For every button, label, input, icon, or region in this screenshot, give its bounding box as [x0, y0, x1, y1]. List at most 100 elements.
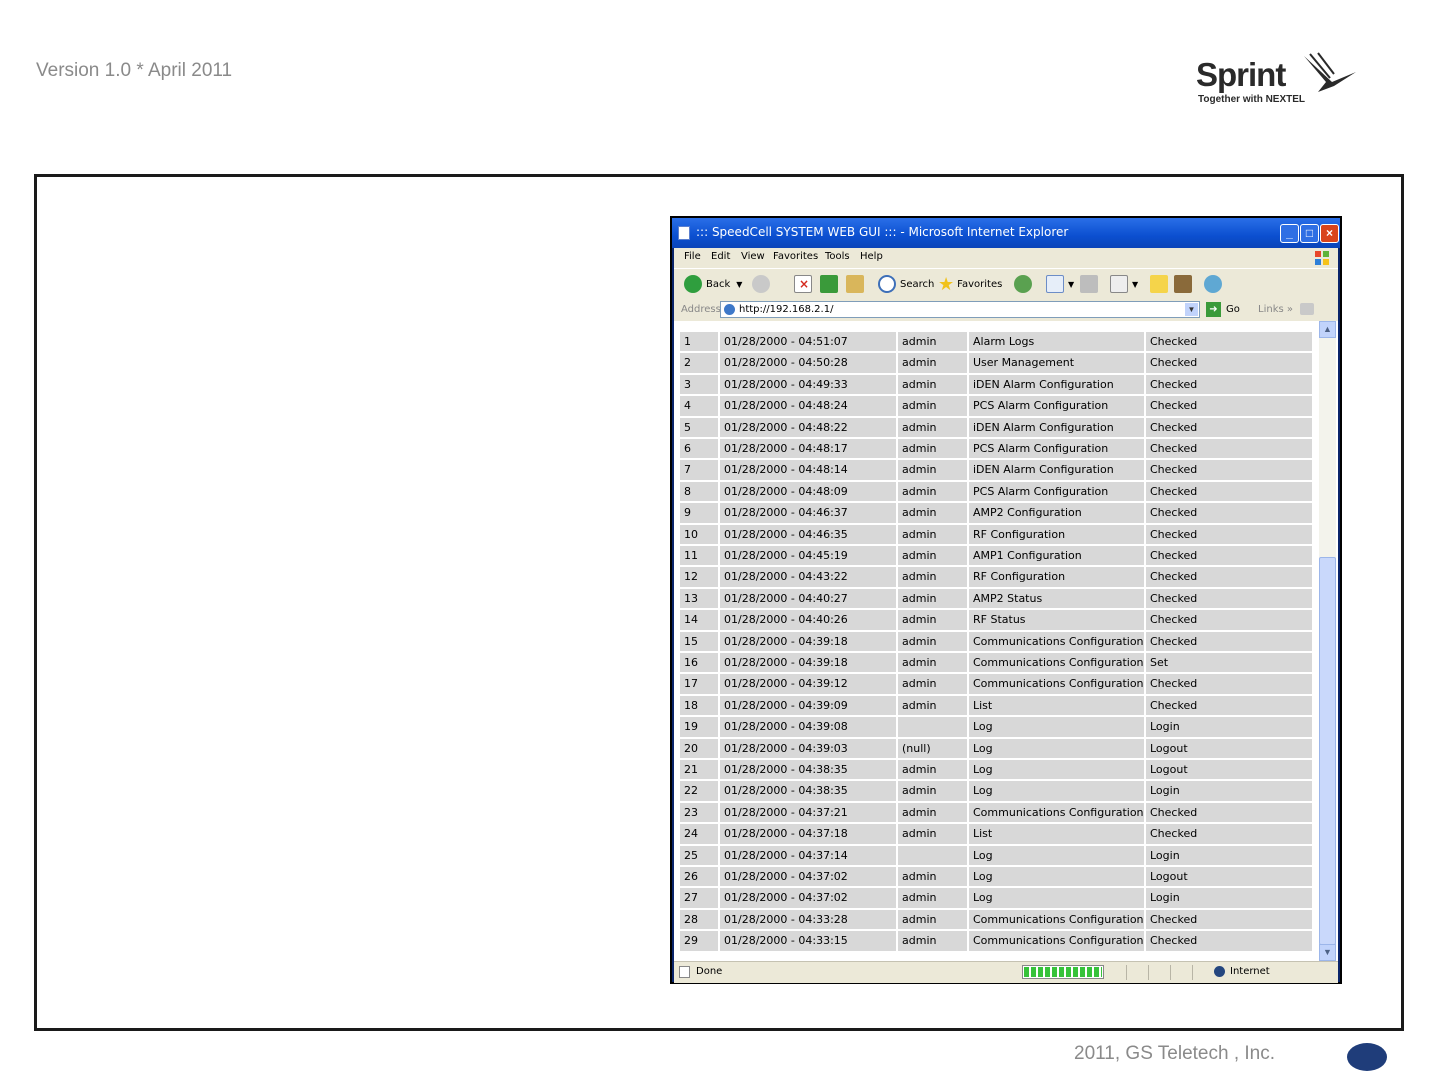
back-dropdown-icon[interactable]: ▼ — [736, 280, 742, 289]
row-action: Checked — [1146, 546, 1312, 566]
table-row: 27 01/28/2000 - 04:37:02 admin Log Login — [680, 887, 1314, 908]
menu-favorites[interactable]: Favorites — [773, 251, 818, 262]
row-timestamp: 01/28/2000 - 04:33:15 — [720, 931, 896, 951]
extension-icon[interactable] — [1300, 303, 1314, 315]
row-timestamp: 01/28/2000 - 04:37:14 — [720, 845, 896, 865]
table-row: 26 01/28/2000 - 04:37:02 admin Log Logout — [680, 866, 1314, 887]
close-button[interactable]: × — [1320, 224, 1339, 243]
row-user: admin — [898, 610, 967, 630]
row-user — [898, 717, 967, 737]
table-row: 24 01/28/2000 - 04:37:18 admin List Checked — [680, 823, 1314, 844]
row-action: Checked — [1146, 674, 1312, 694]
menu-help[interactable]: Help — [860, 251, 883, 262]
row-timestamp: 01/28/2000 - 04:51:07 — [720, 332, 896, 352]
row-number: 3 — [680, 374, 718, 395]
row-page: Alarm Logs — [969, 332, 1144, 352]
table-row: 8 01/28/2000 - 04:48:09 admin PCS Alarm Con… — [680, 481, 1314, 502]
menu-tools[interactable]: Tools — [825, 251, 850, 262]
go-button[interactable]: ➜ Go — [1206, 302, 1240, 317]
row-action: Checked — [1146, 332, 1312, 352]
address-dropdown-icon[interactable]: ▼ — [1185, 303, 1198, 316]
address-input[interactable]: http://192.168.2.1/ ▼ — [720, 301, 1200, 318]
scroll-thumb[interactable] — [1319, 557, 1336, 945]
discuss-button[interactable] — [1150, 274, 1172, 294]
row-number: 17 — [680, 674, 718, 694]
table-row: 12 01/28/2000 - 04:43:22 admin RF Configura… — [680, 566, 1314, 587]
address-label: Address — [681, 304, 721, 315]
row-timestamp: 01/28/2000 - 04:39:18 — [720, 631, 896, 651]
row-page: AMP1 Configuration — [969, 546, 1144, 566]
row-timestamp: 01/28/2000 - 04:39:03 — [720, 738, 896, 758]
edit-dropdown-icon[interactable]: ▼ — [1132, 280, 1138, 289]
scroll-down-button[interactable]: ▼ — [1319, 944, 1336, 961]
mail-dropdown-icon[interactable]: ▼ — [1068, 280, 1074, 289]
forward-button[interactable] — [752, 274, 774, 294]
search-button[interactable]: Search — [878, 274, 934, 294]
star-icon: ★ — [938, 273, 955, 295]
row-page: Log — [969, 738, 1144, 758]
research-button[interactable] — [1174, 274, 1196, 294]
row-user: admin — [898, 332, 967, 352]
page-globe-icon — [724, 304, 735, 315]
edit-button[interactable]: ▼ — [1110, 274, 1138, 294]
refresh-button[interactable] — [820, 274, 842, 294]
back-button[interactable]: Back ▼ — [684, 274, 742, 294]
row-action: Checked — [1146, 588, 1312, 609]
row-user: admin — [898, 909, 967, 930]
maximize-button[interactable]: □ — [1300, 224, 1319, 243]
row-user: admin — [898, 439, 967, 459]
table-row: 5 01/28/2000 - 04:48:22 admin iDEN Alarm Co… — [680, 417, 1314, 438]
row-number: 19 — [680, 717, 718, 737]
messenger-icon — [1204, 275, 1222, 293]
row-page: AMP2 Status — [969, 588, 1144, 609]
row-user: admin — [898, 481, 967, 502]
home-button[interactable] — [846, 274, 868, 294]
vertical-scrollbar[interactable]: ▲ ▼ — [1319, 321, 1336, 961]
row-timestamp: 01/28/2000 - 04:39:08 — [720, 717, 896, 737]
row-page: PCS Alarm Configuration — [969, 396, 1144, 416]
forward-arrow-icon — [752, 275, 770, 293]
history-button[interactable] — [1014, 274, 1036, 294]
row-page: Log — [969, 760, 1144, 780]
row-timestamp: 01/28/2000 - 04:39:09 — [720, 695, 896, 716]
row-number: 11 — [680, 546, 718, 566]
scroll-up-button[interactable]: ▲ — [1319, 321, 1336, 338]
footer-copyright: 2011, GS Teletech , Inc. — [1074, 1043, 1276, 1064]
title-bar[interactable]: ::: SpeedCell SYSTEM WEB GUI ::: - Micro… — [672, 218, 1340, 248]
home-icon — [846, 275, 864, 293]
row-number: 10 — [680, 524, 718, 544]
row-action: Login — [1146, 888, 1312, 908]
row-page: Communications Configuration — [969, 931, 1144, 951]
logo-word: Sprint — [1196, 56, 1286, 93]
row-user: admin — [898, 503, 967, 523]
table-row: 1 01/28/2000 - 04:51:07 admin Alarm Logs Che… — [680, 331, 1314, 352]
favorites-button[interactable]: ★ Favorites — [938, 273, 1003, 295]
row-number: 29 — [680, 931, 718, 951]
favorites-label: Favorites — [957, 278, 1003, 290]
menu-file[interactable]: File — [684, 251, 701, 262]
print-icon — [1080, 275, 1098, 293]
row-action: Checked — [1146, 610, 1312, 630]
row-action: Logout — [1146, 738, 1312, 758]
links-button[interactable]: Links » — [1258, 304, 1293, 315]
row-page: Log — [969, 781, 1144, 801]
row-action: Checked — [1146, 503, 1312, 523]
minimize-button[interactable]: _ — [1280, 224, 1299, 243]
table-row: 15 01/28/2000 - 04:39:18 admin Communicatio… — [680, 631, 1314, 652]
mail-button[interactable]: ▼ — [1046, 274, 1074, 294]
menu-view[interactable]: View — [741, 251, 765, 262]
row-user: admin — [898, 695, 967, 716]
row-timestamp: 01/28/2000 - 04:45:19 — [720, 546, 896, 566]
row-number: 16 — [680, 653, 718, 673]
row-number: 9 — [680, 503, 718, 523]
print-button[interactable] — [1080, 274, 1102, 294]
stop-button[interactable]: × — [794, 274, 816, 294]
ie-window: ::: SpeedCell SYSTEM WEB GUI ::: - Micro… — [670, 216, 1342, 984]
messenger-button[interactable] — [1204, 274, 1226, 294]
refresh-icon — [820, 275, 838, 293]
menu-edit[interactable]: Edit — [711, 251, 730, 262]
table-row: 25 01/28/2000 - 04:37:14 Log Login — [680, 845, 1314, 866]
row-action: Logout — [1146, 867, 1312, 887]
row-page: AMP2 Configuration — [969, 503, 1144, 523]
row-action: Set — [1146, 653, 1312, 673]
